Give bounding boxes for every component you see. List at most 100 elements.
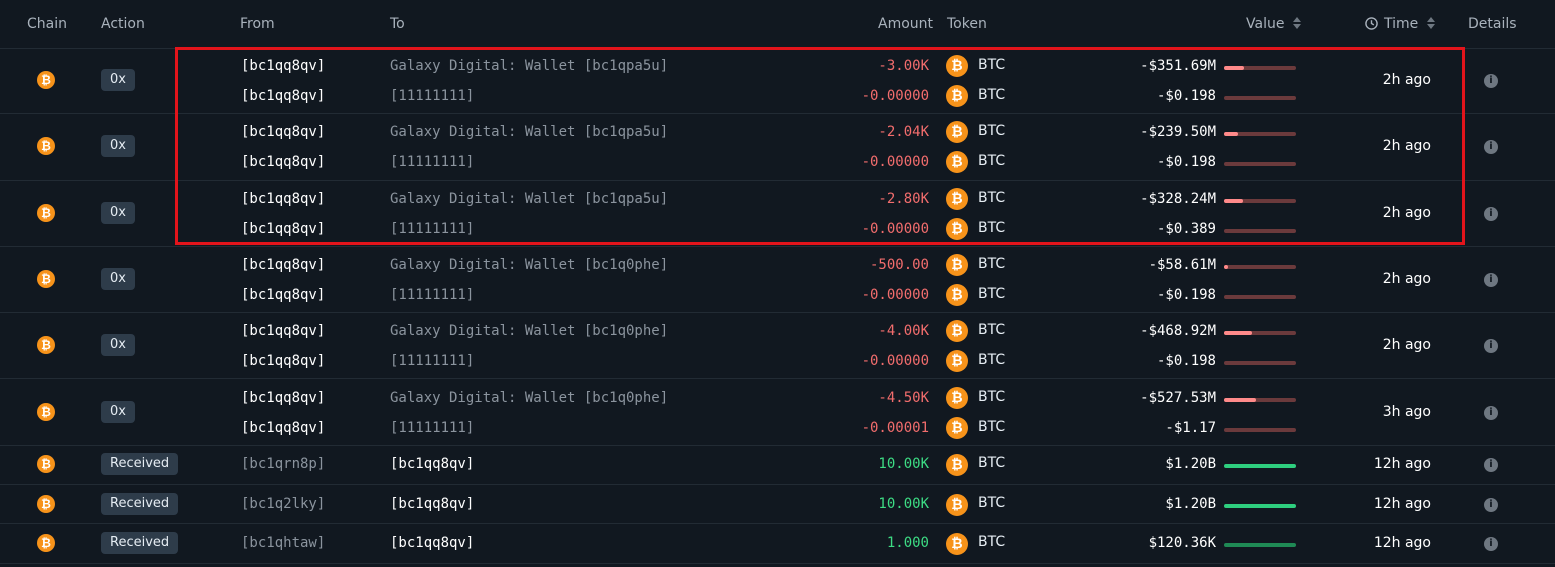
- amount: -0.00000: [861, 220, 929, 237]
- value-bar: [1224, 162, 1296, 167]
- info-icon[interactable]: i: [1484, 537, 1498, 552]
- token-symbol: BTC: [978, 322, 1006, 339]
- to-address[interactable]: [11111111]: [390, 88, 474, 104]
- to-address[interactable]: [11111111]: [390, 287, 474, 303]
- info-icon[interactable]: i: [1484, 273, 1498, 288]
- to-address[interactable]: [11111111]: [390, 221, 474, 237]
- info-icon[interactable]: i: [1484, 140, 1498, 155]
- header-time-sort[interactable]: Time: [1365, 16, 1435, 32]
- to-address[interactable]: [bc1qq8qv]: [390, 456, 474, 472]
- info-icon[interactable]: i: [1484, 74, 1498, 89]
- action-badge[interactable]: 0x: [101, 69, 135, 92]
- btc-icon: ₿: [946, 320, 968, 343]
- from-address[interactable]: [bc1qq8qv]: [241, 221, 325, 237]
- from-address[interactable]: [bc1qq8qv]: [241, 124, 325, 140]
- value: -$58.61M: [1148, 256, 1216, 273]
- action-badge[interactable]: 0x: [101, 400, 135, 423]
- from-address[interactable]: [bc1qq8qv]: [241, 58, 325, 74]
- to-address[interactable]: [bc1qq8qv]: [390, 535, 474, 551]
- action-badge[interactable]: 0x: [101, 135, 135, 158]
- value-bar-fill: [1224, 331, 1253, 336]
- token-symbol: BTC: [978, 285, 1006, 302]
- value-bar: [1224, 66, 1296, 70]
- value: -$527.53M: [1140, 389, 1216, 406]
- table-row[interactable]: ₿ Received [bc1qrn8p] [bc1qq8qv] 10.00K ₿ BTC $…: [0, 446, 1555, 486]
- header-amount: Amount: [878, 16, 934, 32]
- btc-icon: ₿: [946, 85, 968, 107]
- to-address[interactable]: [11111111]: [390, 154, 474, 170]
- btc-icon: ₿: [946, 350, 968, 373]
- token-symbol: BTC: [978, 352, 1006, 369]
- value-bar: [1224, 228, 1296, 233]
- value-bar: [1224, 361, 1296, 366]
- action-badge[interactable]: Received: [101, 492, 179, 515]
- info-icon[interactable]: i: [1484, 458, 1498, 473]
- to-address[interactable]: [11111111]: [390, 353, 474, 369]
- time: 3h ago: [1382, 403, 1431, 420]
- info-icon[interactable]: i: [1484, 405, 1498, 420]
- value: -$0.198: [1156, 88, 1216, 104]
- to-address[interactable]: Galaxy Digital: Wallet [bc1q0phe]: [390, 323, 668, 339]
- to-address[interactable]: Galaxy Digital: Wallet [bc1qpa5u]: [390, 124, 668, 140]
- from-address[interactable]: [bc1qrn8p]: [241, 456, 325, 472]
- info-icon[interactable]: i: [1484, 497, 1498, 512]
- from-address[interactable]: [bc1qq8qv]: [241, 390, 325, 406]
- table-row[interactable]: ₿ Received [bc1qhtaw] [bc1qq8qv] 1.000 ₿ BTC $1…: [0, 524, 1555, 564]
- table-row[interactable]: ₿ 0x [bc1qq8qv] Galaxy Digital: Wallet [bc1…: [0, 380, 1555, 446]
- header-value-sort[interactable]: Value: [1246, 16, 1301, 32]
- value: -$239.50M: [1140, 124, 1216, 141]
- info-icon[interactable]: i: [1484, 339, 1498, 354]
- btc-icon: ₿: [946, 217, 968, 240]
- action-badge[interactable]: 0x: [101, 268, 135, 291]
- header-from: From: [240, 16, 275, 32]
- amount: -0.00001: [861, 419, 929, 436]
- btc-icon: ₿: [946, 386, 968, 409]
- action-badge[interactable]: Received: [101, 453, 179, 476]
- sort-icon: [1292, 17, 1301, 29]
- from-address[interactable]: [bc1qq8qv]: [241, 287, 325, 303]
- to-address[interactable]: Galaxy Digital: Wallet [bc1qpa5u]: [390, 58, 668, 74]
- to-address[interactable]: [11111111]: [390, 420, 474, 436]
- btc-icon: ₿: [37, 137, 55, 156]
- value: -$0.198: [1156, 154, 1216, 171]
- btc-icon: ₿: [946, 253, 968, 276]
- from-address[interactable]: [bc1qq8qv]: [241, 323, 325, 339]
- value-bar-fill: [1224, 198, 1244, 203]
- from-address[interactable]: [bc1qq8qv]: [241, 257, 325, 273]
- btc-icon: ₿: [946, 454, 968, 477]
- from-address[interactable]: [bc1qq8qv]: [241, 191, 325, 207]
- btc-icon: ₿: [946, 55, 968, 77]
- value-bar-fill: [1224, 132, 1238, 137]
- time: 12h ago: [1373, 495, 1431, 512]
- from-address[interactable]: [bc1qq8qv]: [241, 420, 325, 436]
- btc-icon: ₿: [37, 455, 55, 474]
- token-symbol: BTC: [978, 57, 1006, 73]
- to-address[interactable]: Galaxy Digital: Wallet [bc1q0phe]: [390, 257, 668, 273]
- table-row[interactable]: ₿ 0x [bc1qq8qv] Galaxy Digital: Wallet [bc1…: [0, 313, 1555, 380]
- to-address[interactable]: Galaxy Digital: Wallet [bc1q0phe]: [390, 390, 668, 406]
- table-header: Chain Action From To Amount Token Value …: [0, 0, 1555, 49]
- table-row[interactable]: ₿ 0x [bc1qq8qv] Galaxy Digital: Wallet [bc1…: [0, 48, 1555, 115]
- time: 2h ago: [1382, 337, 1431, 354]
- table-row[interactable]: ₿ 0x [bc1qq8qv] Galaxy Digital: Wallet [bc1…: [0, 181, 1555, 247]
- from-address[interactable]: [bc1q2lky]: [241, 496, 325, 512]
- from-address[interactable]: [bc1qq8qv]: [241, 154, 325, 170]
- from-address[interactable]: [bc1qq8qv]: [241, 88, 325, 104]
- to-address[interactable]: Galaxy Digital: Wallet [bc1qpa5u]: [390, 191, 668, 207]
- header-token: Token: [947, 16, 987, 32]
- table-row[interactable]: ₿ 0x [bc1qq8qv] Galaxy Digital: Wallet [bc1…: [0, 247, 1555, 314]
- value: -$351.69M: [1140, 58, 1216, 74]
- from-address[interactable]: [bc1qq8qv]: [241, 353, 325, 369]
- to-address[interactable]: [bc1qq8qv]: [390, 496, 474, 512]
- info-icon[interactable]: i: [1484, 206, 1498, 221]
- btc-icon: ₿: [946, 283, 968, 306]
- amount: -2.04K: [878, 124, 929, 141]
- header-action: Action: [101, 16, 145, 32]
- action-badge[interactable]: 0x: [101, 201, 135, 224]
- action-badge[interactable]: Received: [101, 532, 179, 555]
- table-row[interactable]: ₿ 0x [bc1qq8qv] Galaxy Digital: Wallet [bc1…: [0, 114, 1555, 181]
- action-badge[interactable]: 0x: [101, 334, 135, 357]
- from-address[interactable]: [bc1qhtaw]: [241, 535, 325, 551]
- token-symbol: BTC: [978, 153, 1006, 170]
- table-row[interactable]: ₿ Received [bc1q2lky] [bc1qq8qv] 10.00K ₿ BTC $…: [0, 485, 1555, 525]
